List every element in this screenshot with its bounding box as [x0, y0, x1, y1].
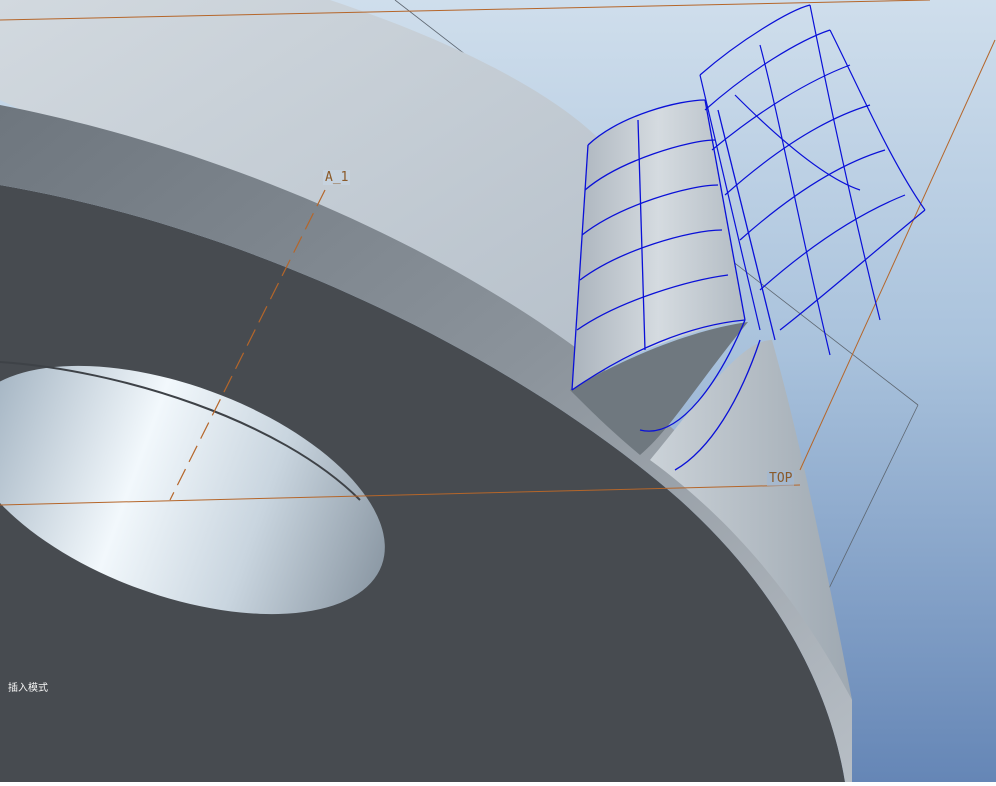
model-canvas[interactable] — [0, 0, 996, 783]
datum-axis-label[interactable]: A_1 — [323, 170, 351, 185]
mode-status-text: 插入模式 — [8, 683, 48, 694]
cad-3d-viewport[interactable]: A_1 TOP 插入模式 — [0, 0, 996, 783]
datum-plane-label[interactable]: TOP — [767, 471, 795, 486]
